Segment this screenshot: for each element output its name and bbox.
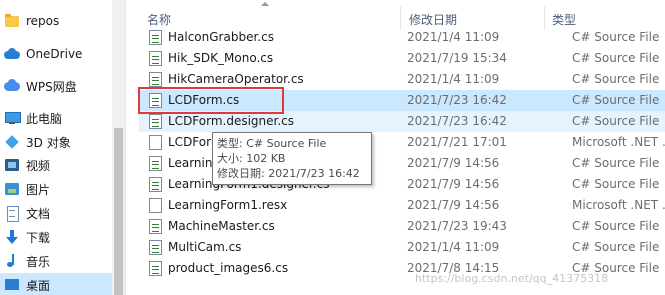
csharp-file-icon bbox=[149, 93, 162, 108]
folder-icon bbox=[4, 13, 20, 29]
nav-item-repos[interactable]: repos bbox=[0, 9, 112, 33]
file-row-selected[interactable]: LCDForm.cs 2021/7/23 16:42 C# Source Fil… bbox=[139, 90, 665, 111]
sort-up-icon bbox=[261, 2, 269, 6]
file-type: Microsoft .NET ... bbox=[572, 198, 665, 212]
column-header-date[interactable]: 修改日期 bbox=[409, 11, 457, 28]
file-list: 名称 修改日期 类型 HalconGrabber.cs 2021/1/4 11:… bbox=[126, 0, 665, 295]
file-name: LCDForm.cs bbox=[168, 93, 240, 107]
onedrive-icon bbox=[4, 46, 20, 62]
file-name: product_images6.cs bbox=[168, 261, 289, 275]
wps-cloud-icon bbox=[4, 78, 20, 94]
nav-item-label: 文档 bbox=[26, 206, 51, 221]
nav-scrollbar-thumb[interactable] bbox=[114, 128, 123, 295]
file-row[interactable]: MultiCam.cs 2021/1/4 11:09 C# Source Fil… bbox=[139, 237, 665, 258]
csharp-file-icon bbox=[149, 114, 162, 129]
file-name: MachineMaster.cs bbox=[168, 219, 275, 233]
file-name: LCDForm.designer.cs bbox=[168, 114, 295, 128]
nav-item-pictures[interactable]: 图片 bbox=[0, 177, 112, 201]
file-type: C# Source File bbox=[572, 114, 660, 128]
file-row[interactable]: HalconGrabber.cs 2021/1/4 11:09 C# Sourc… bbox=[139, 27, 665, 48]
nav-item-label: WPS网盘 bbox=[26, 79, 77, 94]
file-date: 2021/7/9 14:56 bbox=[407, 156, 500, 170]
nav-item-3d-objects[interactable]: 3D 对象 bbox=[0, 130, 112, 154]
file-type: C# Source File bbox=[572, 177, 660, 191]
nav-item-downloads[interactable]: 下载 bbox=[0, 225, 112, 249]
nav-item-label: OneDrive bbox=[26, 47, 83, 61]
file-type: C# Source File bbox=[572, 240, 660, 254]
desktop-icon bbox=[4, 277, 20, 293]
csharp-file-icon bbox=[149, 156, 162, 171]
nav-item-label: 音乐 bbox=[26, 254, 51, 269]
csharp-file-icon bbox=[149, 30, 162, 45]
nav-item-label: 桌面 bbox=[26, 278, 51, 293]
nav-item-label: 下载 bbox=[26, 230, 51, 245]
pictures-icon bbox=[4, 181, 20, 197]
file-row-hovered[interactable]: LCDForm.designer.cs 2021/7/23 16:42 C# S… bbox=[139, 111, 665, 132]
csharp-file-icon bbox=[149, 261, 162, 276]
this-pc-icon bbox=[4, 110, 21, 126]
file-date: 2021/7/9 14:56 bbox=[407, 177, 500, 191]
file-info-tooltip: 类型: C# Source File 大小: 102 KB 修改日期: 2021… bbox=[212, 132, 372, 185]
nav-item-label: 图片 bbox=[26, 182, 51, 197]
nav-item-label: 视频 bbox=[26, 158, 51, 173]
nav-item-label: 3D 对象 bbox=[26, 135, 71, 150]
file-date: 2021/7/19 15:34 bbox=[407, 51, 507, 65]
file-name: LearningForm1.resx bbox=[168, 198, 288, 212]
file-date: 2021/7/23 16:42 bbox=[407, 93, 507, 107]
nav-item-music[interactable]: 音乐 bbox=[0, 249, 112, 273]
file-date: 2021/7/23 19:43 bbox=[407, 219, 507, 233]
nav-item-wps-cloud[interactable]: WPS网盘 bbox=[0, 74, 112, 98]
nav-item-onedrive[interactable]: OneDrive bbox=[0, 42, 112, 66]
nav-item-videos[interactable]: 视频 bbox=[0, 153, 112, 177]
nav-item-label: 此电脑 bbox=[26, 111, 63, 126]
resx-file-icon bbox=[149, 135, 162, 150]
file-type: C# Source File bbox=[572, 72, 660, 86]
file-type: C# Source File bbox=[572, 219, 660, 233]
music-icon bbox=[4, 253, 20, 269]
file-date: 2021/7/23 16:42 bbox=[407, 114, 507, 128]
column-header-type[interactable]: 类型 bbox=[552, 11, 576, 28]
tooltip-type: 类型: C# Source File bbox=[217, 137, 327, 150]
column-header-row: 名称 修改日期 类型 bbox=[126, 0, 665, 30]
watermark: https://blog.csdn.net/qq_41375318 bbox=[415, 272, 609, 285]
nav-item-documents[interactable]: 文档 bbox=[0, 201, 112, 225]
file-type: C# Source File bbox=[572, 93, 660, 107]
file-name: HikCameraOperator.cs bbox=[168, 72, 304, 86]
file-name: MultiCam.cs bbox=[168, 240, 242, 254]
file-row[interactable]: MachineMaster.cs 2021/7/23 19:43 C# Sour… bbox=[139, 216, 665, 237]
nav-item-this-pc[interactable]: 此电脑 bbox=[0, 106, 112, 130]
file-name: HalconGrabber.cs bbox=[168, 30, 274, 44]
file-type: C# Source File bbox=[572, 30, 660, 44]
file-type: Microsoft .NET ... bbox=[572, 135, 665, 149]
file-name: Hik_SDK_Mono.cs bbox=[168, 51, 274, 65]
file-type: C# Source File bbox=[572, 51, 660, 65]
file-date: 2021/7/21 17:01 bbox=[407, 135, 507, 149]
documents-icon bbox=[4, 205, 20, 222]
file-date: 2021/1/4 11:09 bbox=[407, 30, 500, 44]
csharp-file-icon bbox=[149, 219, 162, 234]
csharp-file-icon bbox=[149, 51, 162, 66]
file-date: 2021/7/9 14:56 bbox=[407, 198, 500, 212]
tooltip-size: 大小: 102 KB bbox=[217, 152, 286, 165]
file-type: C# Source File bbox=[572, 156, 660, 170]
column-header-name[interactable]: 名称 bbox=[147, 11, 171, 28]
3d-objects-icon bbox=[4, 134, 20, 150]
csharp-file-icon bbox=[149, 240, 162, 255]
tooltip-date: 修改日期: 2021/7/23 16:42 bbox=[217, 167, 360, 180]
videos-icon bbox=[4, 157, 20, 173]
navigation-pane: repos OneDrive WPS网盘 此电脑 3D 对象 视频 图片 文档 … bbox=[0, 0, 125, 295]
nav-item-label: repos bbox=[26, 14, 60, 28]
resx-file-icon bbox=[149, 198, 162, 213]
file-date: 2021/1/4 11:09 bbox=[407, 240, 500, 254]
nav-item-desktop[interactable]: 桌面 bbox=[0, 273, 112, 295]
nav-scrollbar[interactable] bbox=[112, 0, 125, 295]
file-date: 2021/1/4 11:09 bbox=[407, 72, 500, 86]
file-row[interactable]: LearningForm1.resx 2021/7/9 14:56 Micros… bbox=[139, 195, 665, 216]
file-row[interactable]: HikCameraOperator.cs 2021/1/4 11:09 C# S… bbox=[139, 69, 665, 90]
downloads-icon bbox=[4, 229, 20, 245]
csharp-file-icon bbox=[149, 72, 162, 87]
file-row[interactable]: Hik_SDK_Mono.cs 2021/7/19 15:34 C# Sourc… bbox=[139, 48, 665, 69]
csharp-file-icon bbox=[149, 177, 162, 192]
